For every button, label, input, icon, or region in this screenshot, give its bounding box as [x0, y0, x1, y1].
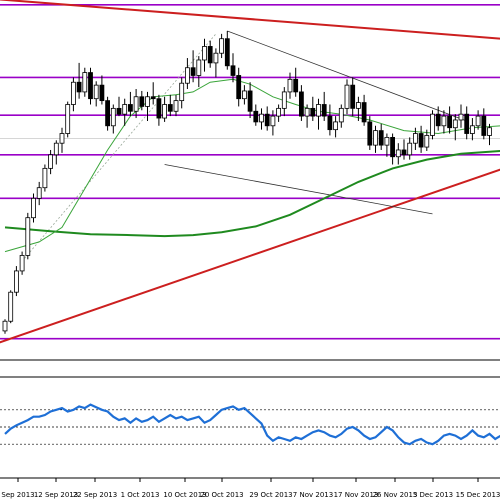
candle-body-43 [247, 90, 253, 112]
candle-body-52 [298, 91, 304, 117]
candle-body-33 [190, 67, 196, 76]
candle-body-31 [179, 82, 185, 102]
candle-body-69 [395, 149, 401, 158]
candle-body-41 [236, 75, 242, 100]
candle-body-12 [71, 81, 76, 105]
candle-body-24 [139, 96, 145, 107]
candle-body-22 [127, 104, 133, 112]
candle-body-47 [270, 115, 276, 127]
candle-body-9 [53, 142, 59, 156]
candle-body-75 [430, 113, 435, 136]
candle-body-39 [224, 38, 230, 67]
candle-body-44 [253, 110, 259, 123]
candle-body-66 [378, 130, 384, 146]
candle-body-29 [167, 104, 173, 112]
candle-body-25 [145, 96, 150, 107]
candle-body-76 [435, 113, 441, 127]
candle-body-53 [304, 107, 310, 117]
candle-body-55 [316, 104, 321, 117]
x-tick-label-7: 7 Nov 2013 [293, 491, 333, 499]
x-tick-label-10: 5 Dec 2013 [413, 491, 453, 499]
candle-body-27 [156, 98, 162, 119]
candle-body-18 [105, 100, 110, 127]
candle-body-0 [2, 320, 8, 332]
candle-body-77 [441, 115, 447, 127]
candle-body-46 [264, 113, 270, 127]
candle-body-1 [8, 291, 14, 322]
candle-body-78 [447, 115, 453, 129]
candle-body-74 [424, 135, 430, 148]
candle-body-81 [464, 113, 470, 134]
candle-body-11 [65, 104, 71, 134]
candle-body-32 [184, 67, 190, 84]
candle-body-14 [82, 72, 88, 93]
candle-body-54 [310, 107, 316, 117]
candle-body-40 [230, 65, 236, 76]
candle-body-10 [59, 133, 65, 144]
candle-body-42 [241, 90, 247, 100]
candle-body-15 [88, 72, 93, 100]
x-tick-label-6: 29 Oct 2013 [249, 491, 292, 499]
candle-body-60 [344, 84, 350, 109]
x-tick-label-2: 22 Sep 2013 [73, 491, 117, 499]
candle-body-72 [412, 133, 418, 144]
candle-body-2 [13, 270, 19, 293]
x-tick-label-3: 1 Oct 2013 [121, 491, 160, 499]
candle-body-26 [150, 96, 156, 100]
candle-body-30 [173, 100, 179, 112]
chart-background [0, 0, 500, 500]
candle-body-85 [487, 127, 492, 136]
candle-body-37 [213, 52, 219, 64]
candle-body-7 [42, 167, 48, 189]
candle-body-5 [31, 197, 36, 219]
candle-body-21 [122, 104, 128, 115]
x-tick-label-0: Sep 2013 [1, 491, 34, 499]
candle-body-58 [333, 121, 339, 131]
candle-body-68 [390, 136, 396, 158]
candle-body-64 [367, 121, 373, 146]
candle-body-8 [48, 154, 53, 169]
candle-body-38 [219, 38, 225, 54]
x-tick-label-5: 20 Oct 2013 [200, 491, 243, 499]
candle-body-73 [418, 133, 424, 148]
candle-body-83 [475, 115, 481, 127]
candle-body-34 [196, 59, 202, 76]
candle-body-51 [293, 78, 299, 93]
candle-body-50 [287, 78, 293, 93]
x-tick-label-11: 15 Dec 2013 [456, 491, 500, 499]
candle-body-57 [327, 115, 333, 131]
x-tick-label-1: 12 Sep 2013 [34, 491, 78, 499]
candle-body-63 [361, 102, 367, 123]
candle-body-6 [36, 187, 42, 199]
candle-body-82 [469, 125, 475, 134]
candle-body-65 [373, 130, 378, 146]
candle-body-45 [259, 113, 264, 123]
candle-body-49 [281, 91, 287, 109]
candle-body-84 [481, 115, 487, 136]
candle-body-79 [452, 119, 458, 129]
candle-body-23 [133, 96, 139, 112]
candle-body-17 [99, 84, 105, 102]
x-tick-label-9: 26 Nov 2013 [373, 491, 418, 499]
candle-body-62 [355, 102, 361, 109]
candle-body-35 [202, 46, 207, 61]
candle-body-71 [407, 142, 413, 156]
candle-body-67 [384, 136, 390, 146]
candle-body-36 [207, 46, 213, 64]
candle-body-70 [401, 149, 407, 156]
candle-body-59 [338, 107, 344, 123]
candle-body-13 [76, 81, 82, 93]
forex-chart: Sep 2013 12 Sep 201322 Sep 2013 1 Oct 2013… [0, 0, 500, 500]
candle-body-3 [19, 255, 25, 272]
candle-body-16 [93, 84, 99, 100]
candle-body-20 [116, 107, 122, 115]
candle-body-28 [162, 104, 168, 119]
candle-body-48 [276, 107, 282, 117]
candle-body-56 [321, 104, 327, 117]
candle-body-4 [25, 217, 31, 256]
candle-body-61 [350, 84, 356, 109]
candle-body-80 [458, 113, 464, 121]
candle-body-19 [110, 107, 116, 127]
